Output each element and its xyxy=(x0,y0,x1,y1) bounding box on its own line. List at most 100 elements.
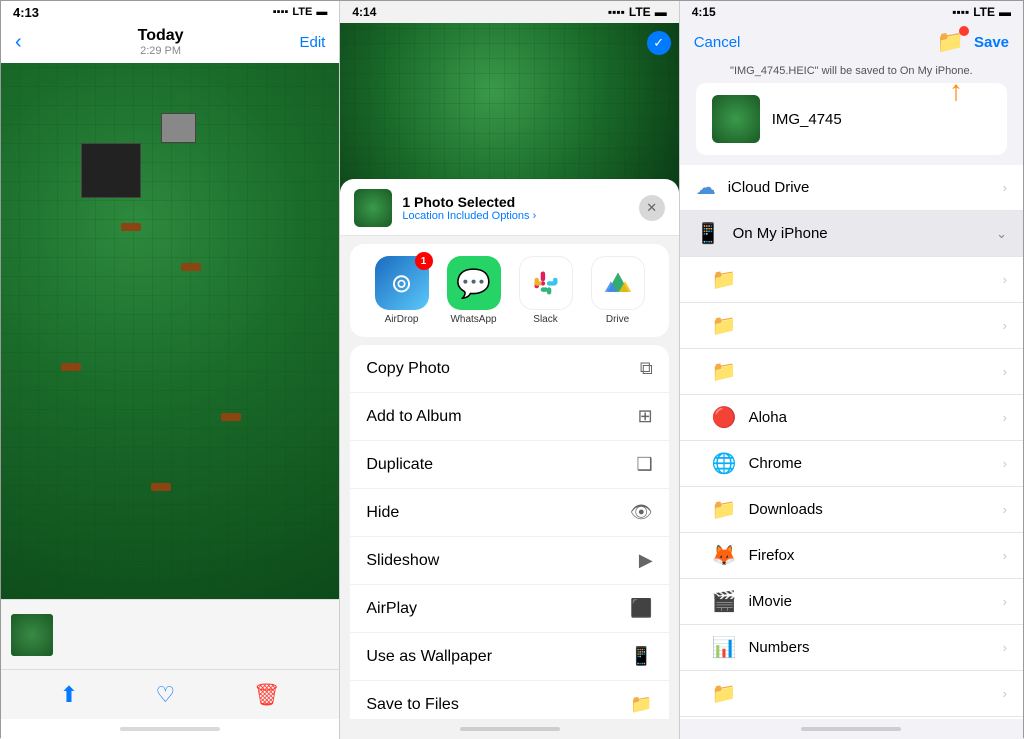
file-preview: IMG_4745 xyxy=(696,83,1007,155)
app-airdrop[interactable]: ⊚ 1 AirDrop xyxy=(375,256,429,325)
share-close-button[interactable]: ✕ xyxy=(639,195,665,221)
time-1: 4:13 xyxy=(13,5,39,20)
home-indicator-1 xyxy=(1,719,339,739)
app-drive[interactable]: Drive xyxy=(591,256,645,325)
folder-2[interactable]: 📁 › xyxy=(680,303,1023,349)
folder-numbers[interactable]: 📊 Numbers › xyxy=(680,625,1023,671)
pcb-overlay xyxy=(1,63,339,599)
nav-icons: 📁 Save xyxy=(937,29,1009,55)
firefox-chevron: › xyxy=(1003,548,1007,563)
home-indicator-3 xyxy=(680,719,1023,739)
icloud-label: iCloud Drive xyxy=(728,179,1003,196)
chrome-label: Chrome xyxy=(749,455,1003,472)
back-button-1[interactable]: ‹ xyxy=(15,31,22,54)
action-duplicate[interactable]: Duplicate ❑ xyxy=(350,441,668,489)
folder-aloha[interactable]: 🔴 Aloha › xyxy=(680,395,1023,441)
bottom-toolbar: ⬆ ♡ 🗑 xyxy=(1,669,339,719)
folder-4[interactable]: 📁 › xyxy=(680,671,1023,717)
folder-2-chevron: › xyxy=(1003,318,1007,333)
airdrop-icon: ⊚ 1 xyxy=(375,256,429,310)
save-button[interactable]: Save xyxy=(974,34,1009,51)
share-photo-pcb xyxy=(340,23,678,193)
folder-3[interactable]: 📁 › xyxy=(680,349,1023,395)
share-header-text: 1 Photo Selected Location Included Optio… xyxy=(402,194,536,222)
iphone-expand: ⌄ xyxy=(996,226,1007,242)
share-title: 1 Photo Selected xyxy=(402,194,536,210)
iphone-label: On My iPhone xyxy=(733,225,997,242)
resistor-1 xyxy=(121,223,141,231)
signal-3: ▪▪▪▪ xyxy=(952,5,969,19)
title-today: Today xyxy=(138,27,184,45)
action-airplay[interactable]: AirPlay ⬛ xyxy=(350,585,668,633)
action-list: Copy Photo ⧉ Add to Album ⊞ Duplicate ❑ … xyxy=(350,345,668,719)
hide-icon: 👁 xyxy=(630,502,653,523)
aloha-label: Aloha xyxy=(749,409,1003,426)
action-slideshow[interactable]: Slideshow ▶ xyxy=(350,537,668,585)
location-iphone[interactable]: 📱 On My iPhone ⌄ xyxy=(680,211,1023,257)
action-wallpaper[interactable]: Use as Wallpaper 📱 xyxy=(350,633,668,681)
icloud-chevron: › xyxy=(1003,180,1007,195)
share-sheet: 1 Photo Selected Location Included Optio… xyxy=(340,179,678,719)
time-3: 4:15 xyxy=(692,5,716,19)
status-bar-3: 4:15 ▪▪▪▪ LTE ▬ xyxy=(680,1,1023,23)
whatsapp-icon: 💬 xyxy=(447,256,501,310)
signal-2: ▪▪▪▪ xyxy=(608,5,625,19)
cancel-button[interactable]: Cancel xyxy=(694,34,741,51)
folder-chrome[interactable]: 🌐 Chrome › xyxy=(680,441,1023,487)
save-hint: "IMG_4745.HEIC" will be saved to On My i… xyxy=(680,63,1023,83)
folder-4-chevron: › xyxy=(1003,686,1007,701)
firefox-icon: 🦊 xyxy=(712,543,737,568)
chip-1 xyxy=(81,143,141,198)
action-save-files[interactable]: Save to Files 📁 ← xyxy=(350,681,668,719)
drive-svg xyxy=(603,268,633,298)
nav-bar-1: ‹ Today 2:29 PM Edit xyxy=(1,23,339,63)
chrome-icon: 🌐 xyxy=(712,451,737,476)
iphone-icon: 📱 xyxy=(696,221,721,246)
share-subtitle: Location Included Options › xyxy=(402,210,536,222)
panel-files: 4:15 ▪▪▪▪ LTE ▬ Cancel 📁 Save ↑ "IMG_474… xyxy=(680,1,1023,739)
location-icloud[interactable]: ☁ iCloud Drive › xyxy=(680,165,1023,211)
folder-downloads[interactable]: 📁 Downloads › xyxy=(680,487,1023,533)
main-photo xyxy=(1,63,339,599)
file-name: IMG_4745 xyxy=(772,111,842,128)
numbers-icon: 📊 xyxy=(712,635,737,660)
app-slack[interactable]: Slack xyxy=(519,256,573,325)
share-button[interactable]: ⬆ xyxy=(60,682,78,708)
status-icons-1: ▪▪▪▪ LTE ▬ xyxy=(273,6,328,18)
firefox-label: Firefox xyxy=(749,547,1003,564)
battery-3: ▬ xyxy=(999,5,1011,19)
copy-photo-icon: ⧉ xyxy=(640,358,653,379)
network-type-1: LTE xyxy=(292,6,312,18)
imovie-icon: 🎬 xyxy=(712,589,737,614)
folder-1[interactable]: 📁 › xyxy=(680,257,1023,303)
folder-firefox[interactable]: 🦊 Firefox › xyxy=(680,533,1023,579)
duplicate-icon: ❑ xyxy=(637,454,653,475)
whatsapp-label: WhatsApp xyxy=(450,314,496,325)
thumbnail[interactable] xyxy=(11,614,53,656)
share-header: 1 Photo Selected Location Included Optio… xyxy=(340,179,678,236)
folder-imovie[interactable]: 🎬 iMovie › xyxy=(680,579,1023,625)
folder-4-icon: 📁 xyxy=(712,681,737,706)
app-whatsapp[interactable]: 💬 WhatsApp xyxy=(447,256,501,325)
add-album-icon: ⊞ xyxy=(638,406,653,427)
wallpaper-label: Use as Wallpaper xyxy=(366,648,492,666)
aloha-chevron: › xyxy=(1003,410,1007,425)
slack-svg xyxy=(531,268,561,298)
signal-icon-1: ▪▪▪▪ xyxy=(273,6,289,18)
edit-button[interactable]: Edit xyxy=(299,34,325,51)
share-photo-bg: ✓ xyxy=(340,23,678,193)
slideshow-icon: ▶ xyxy=(639,550,653,571)
apps-row: ⊚ 1 AirDrop 💬 WhatsApp xyxy=(350,244,668,337)
chrome-chevron: › xyxy=(1003,456,1007,471)
file-preview-thumb xyxy=(712,95,760,143)
bottom-strip xyxy=(1,599,339,669)
airplay-label: AirPlay xyxy=(366,600,417,618)
action-add-album[interactable]: Add to Album ⊞ xyxy=(350,393,668,441)
time-2: 4:14 xyxy=(352,5,376,19)
numbers-label: Numbers xyxy=(749,639,1003,656)
action-copy-photo[interactable]: Copy Photo ⧉ xyxy=(350,345,668,393)
delete-button[interactable]: 🗑 xyxy=(253,682,281,708)
like-button[interactable]: ♡ xyxy=(156,682,176,708)
action-hide[interactable]: Hide 👁 xyxy=(350,489,668,537)
slack-label: Slack xyxy=(533,314,557,325)
